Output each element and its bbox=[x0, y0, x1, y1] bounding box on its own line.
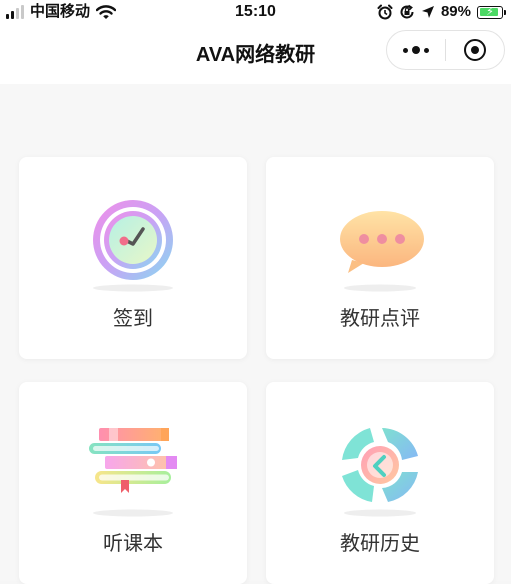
review-card[interactable]: 教研点评 bbox=[266, 157, 494, 359]
clock-checkin-icon bbox=[93, 200, 173, 292]
more-button[interactable] bbox=[387, 31, 445, 69]
alarm-icon bbox=[377, 4, 393, 20]
menu-grid: 签到 教研点评 听课本 教研历史 bbox=[0, 84, 511, 584]
close-miniprogram-button[interactable] bbox=[446, 31, 504, 69]
nav-bar: AVA网络教研 bbox=[0, 26, 511, 84]
location-icon bbox=[421, 6, 434, 18]
checkin-card[interactable]: 签到 bbox=[19, 157, 247, 359]
status-bar: 中国移动 15:10 89% ⚡ bbox=[0, 0, 511, 26]
status-right: 89% ⚡ bbox=[377, 3, 506, 21]
orientation-lock-icon bbox=[400, 4, 414, 19]
lesson-notebook-label: 听课本 bbox=[103, 533, 163, 555]
lesson-notebook-card[interactable]: 听课本 bbox=[19, 382, 247, 584]
book-stack-icon bbox=[89, 428, 177, 517]
close-miniprogram-icon bbox=[464, 39, 486, 61]
history-card[interactable]: 教研历史 bbox=[266, 382, 494, 584]
battery-percent: 89% bbox=[440, 3, 471, 20]
review-label: 教研点评 bbox=[340, 308, 420, 330]
history-swirl-icon bbox=[342, 428, 418, 517]
checkin-label: 签到 bbox=[113, 308, 153, 330]
history-label: 教研历史 bbox=[340, 533, 420, 555]
battery-charging-icon: ⚡ bbox=[477, 5, 506, 19]
miniprogram-capsule bbox=[386, 30, 505, 70]
more-dots-icon bbox=[403, 46, 429, 54]
battery-nub bbox=[504, 9, 506, 15]
charging-bolt-icon: ⚡ bbox=[486, 5, 494, 18]
speech-bubble-icon bbox=[340, 211, 424, 292]
